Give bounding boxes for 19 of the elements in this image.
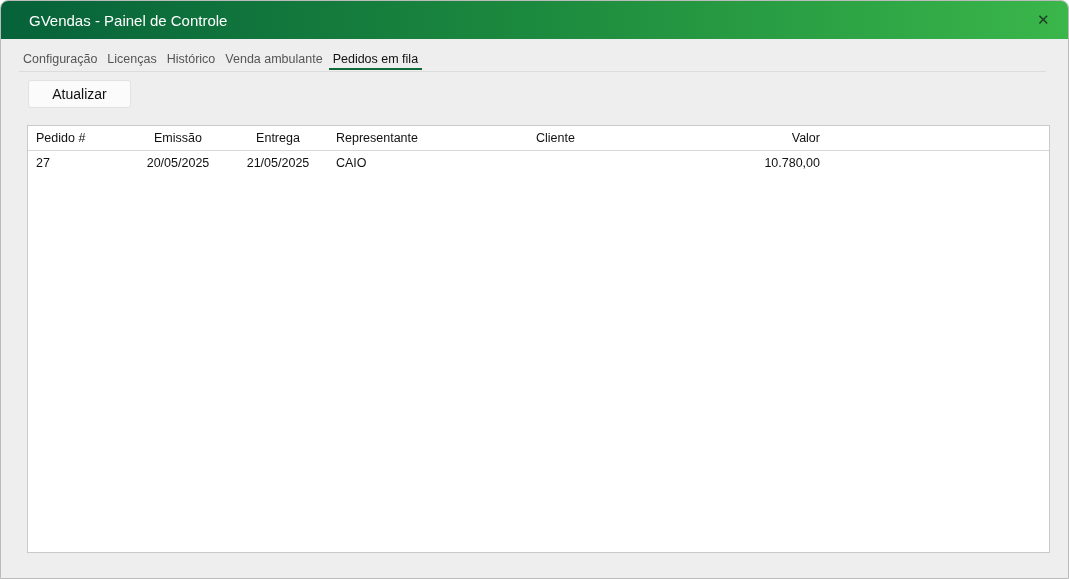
table-cell: CAIO <box>336 156 367 170</box>
column-header[interactable]: Pedido # <box>36 131 86 145</box>
column-header[interactable]: Entrega <box>256 131 300 145</box>
table-cell: 10.780,00 <box>764 156 820 170</box>
table-cell: 21/05/2025 <box>246 156 310 170</box>
tab[interactable]: Histórico <box>162 49 220 70</box>
column-header[interactable]: Cliente <box>536 131 575 145</box>
refresh-button[interactable]: Atualizar <box>28 80 131 108</box>
tab[interactable]: Venda ambulante <box>221 49 327 70</box>
window-title: GVendas - Painel de Controle <box>29 11 228 29</box>
column-header[interactable]: Valor <box>791 131 820 145</box>
column-header[interactable]: Emissão <box>154 131 202 145</box>
table-cell: 27 <box>36 156 50 170</box>
table-cell: 20/05/2025 <box>146 156 210 170</box>
tab[interactable]: Pedidos em fila <box>328 49 423 70</box>
tab[interactable]: Configuração <box>19 49 102 70</box>
tab[interactable]: Licenças <box>103 49 161 70</box>
close-button[interactable]: ✕ <box>1033 9 1054 31</box>
column-header[interactable]: Representante <box>336 131 418 145</box>
